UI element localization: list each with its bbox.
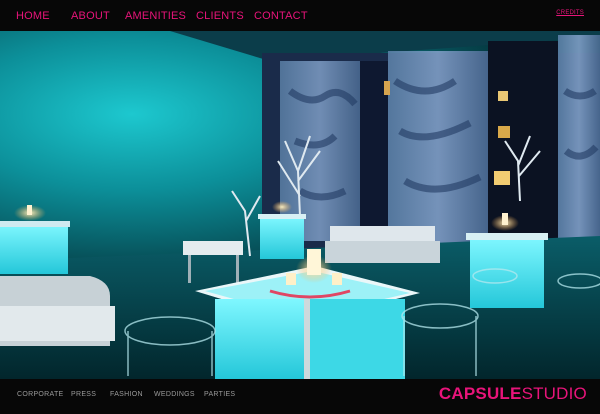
nav-home-link[interactable]: HOME: [16, 10, 50, 22]
nav-contact-link[interactable]: CONTACT: [254, 10, 308, 22]
footer-corporate-link[interactable]: CORPORATE: [17, 391, 64, 398]
footer-weddings-link[interactable]: WEDDINGS: [154, 391, 195, 398]
footer-press-link[interactable]: PRESS: [71, 391, 96, 398]
nav-about-link[interactable]: ABOUT: [71, 10, 110, 22]
hero-photo: [0, 31, 600, 379]
nav-clients-link[interactable]: CLIENTS: [196, 10, 244, 22]
credits-link[interactable]: CREDITS: [556, 10, 584, 16]
windows-with-curtains: [262, 35, 600, 258]
top-navigation-bar: HOME ABOUT AMENITIES CLIENTS CONTACT CRE…: [0, 0, 600, 31]
brand-name-bold: CAPSULE: [438, 384, 522, 403]
brand-name-regular: STUDIO: [521, 384, 587, 403]
nav-amenities-link[interactable]: AMENITIES: [125, 10, 186, 22]
footer-fashion-link[interactable]: FASHION: [110, 391, 143, 398]
venue-lounge-illustration: [0, 31, 600, 379]
footer-parties-link[interactable]: PARTIES: [204, 391, 235, 398]
footer-bar: CORPORATE PRESS FASHION WEDDINGS PARTIES…: [0, 379, 600, 414]
brand-logo[interactable]: CAPSULESTUDIO: [439, 384, 587, 404]
